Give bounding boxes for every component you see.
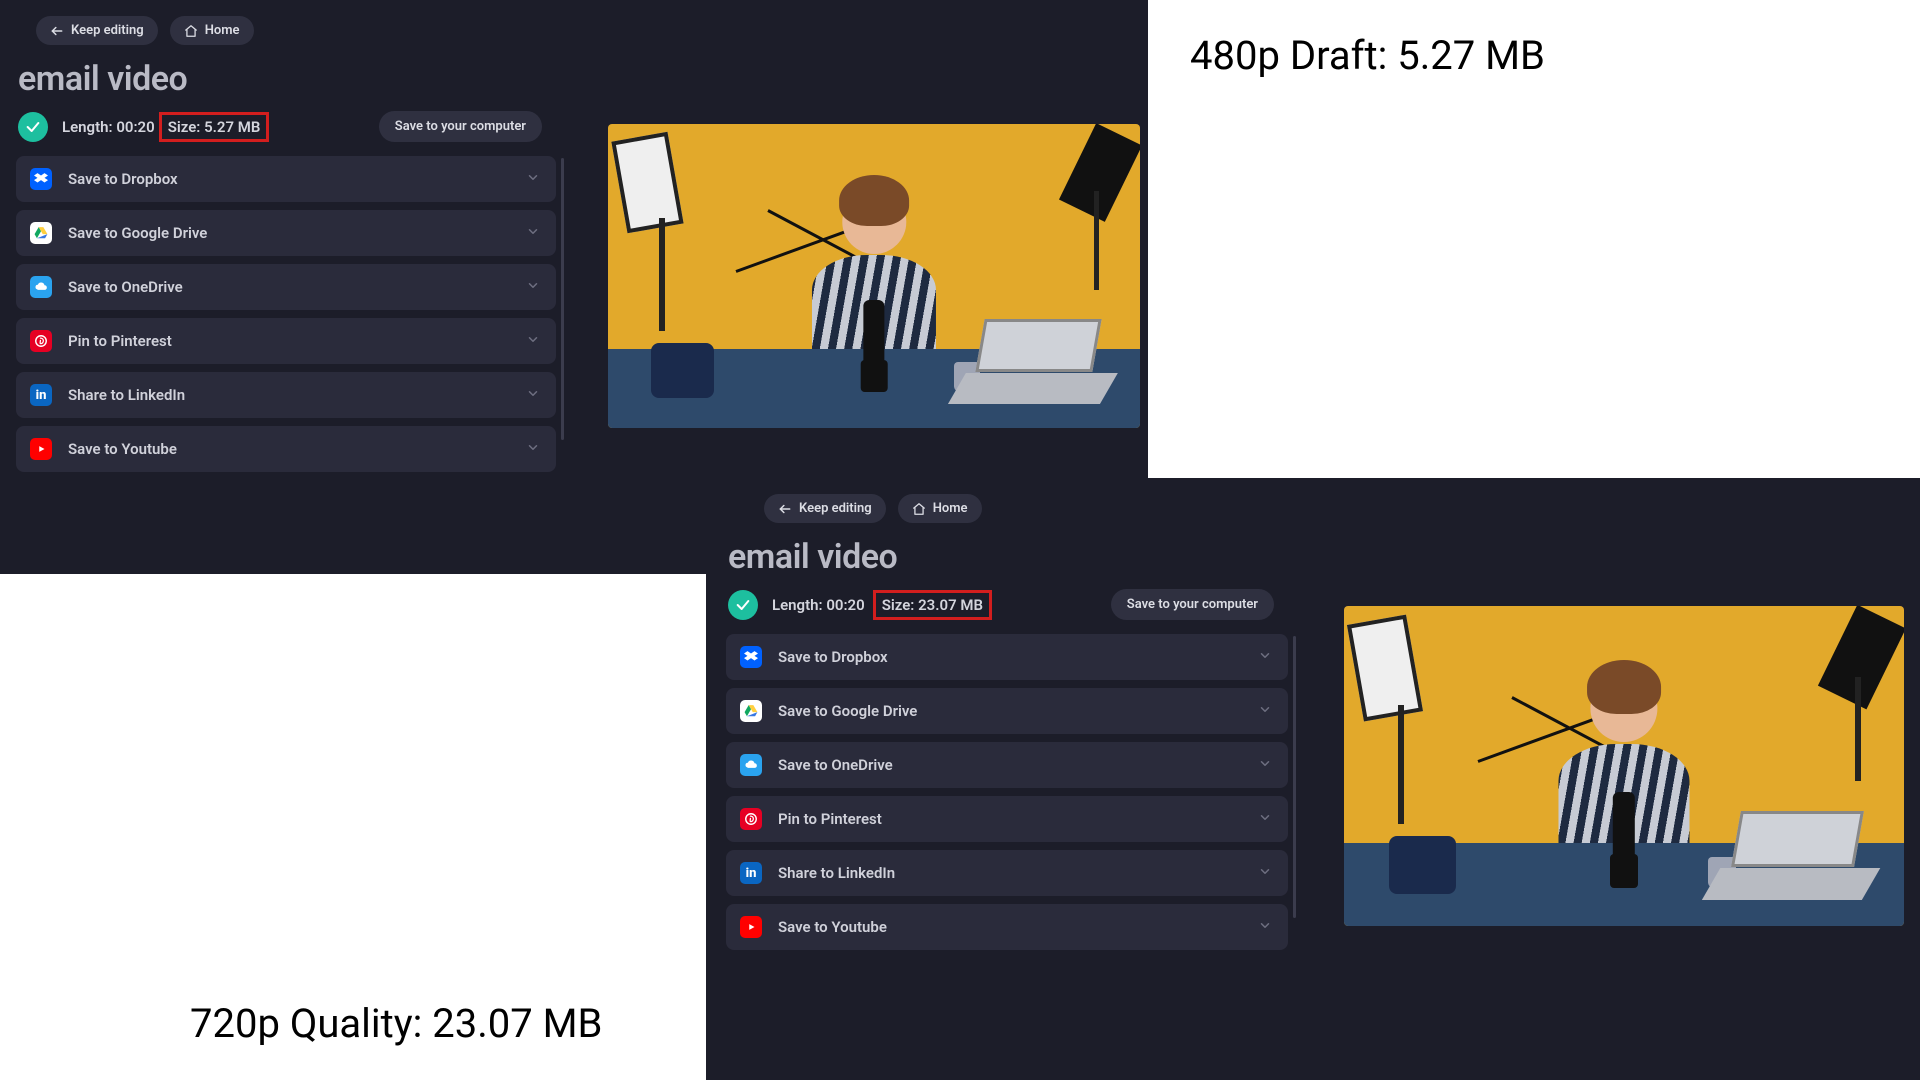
export-panel-720p: Keep editing Home email video Length: 00… (706, 478, 1920, 1080)
save-to-dropbox-button[interactable]: Save to Dropbox (726, 634, 1288, 680)
topbar: Keep editing Home (706, 478, 1920, 523)
keep-editing-label: Keep editing (799, 501, 872, 516)
save-to-youtube-button[interactable]: Save to Youtube (16, 426, 556, 472)
keep-editing-button[interactable]: Keep editing (764, 494, 886, 523)
save-to-onedrive-button[interactable]: Save to OneDrive (726, 742, 1288, 788)
save-to-computer-button[interactable]: Save to your computer (379, 111, 542, 142)
option-label: Save to Dropbox (778, 648, 888, 666)
chevron-down-icon (526, 440, 540, 459)
home-icon (184, 24, 198, 38)
pinterest-icon (30, 330, 52, 352)
size-label: Size: 23.07 MB (873, 590, 992, 620)
share-to-linkedin-button[interactable]: in Share to LinkedIn (16, 372, 556, 418)
chevron-down-icon (526, 224, 540, 243)
page-title: email video (706, 523, 1920, 583)
status-ready-icon (728, 590, 758, 620)
save-to-google-drive-button[interactable]: Save to Google Drive (16, 210, 556, 256)
annotation-720p: 720p Quality: 23.07 MB (190, 1000, 602, 1047)
page-title: email video (0, 45, 1148, 105)
pin-to-pinterest-button[interactable]: Pin to Pinterest (726, 796, 1288, 842)
option-label: Save to Google Drive (778, 702, 917, 720)
share-options-list: Save to Dropbox Save to Google Drive Save … (0, 156, 560, 486)
chevron-down-icon (526, 170, 540, 189)
export-info-row: Length: 00:20 Size: 23.07 MB Save to you… (710, 583, 1292, 634)
scrollbar[interactable] (561, 158, 564, 440)
home-button[interactable]: Home (170, 16, 254, 45)
share-to-linkedin-button[interactable]: in Share to LinkedIn (726, 850, 1288, 896)
chevron-down-icon (526, 278, 540, 297)
option-label: Save to OneDrive (68, 278, 183, 296)
home-label: Home (205, 23, 240, 38)
size-label: Size: 5.27 MB (159, 112, 270, 142)
length-label: Length: 00:20 (62, 118, 155, 136)
dropbox-icon (30, 168, 52, 190)
chevron-down-icon (1258, 864, 1272, 883)
chevron-down-icon (526, 386, 540, 405)
pin-to-pinterest-button[interactable]: Pin to Pinterest (16, 318, 556, 364)
option-label: Pin to Pinterest (68, 332, 172, 350)
export-info-row: Length: 00:20 Size: 5.27 MB Save to your… (0, 105, 560, 156)
keep-editing-button[interactable]: Keep editing (36, 16, 158, 45)
save-to-youtube-button[interactable]: Save to Youtube (726, 904, 1288, 950)
arrow-left-icon (50, 24, 64, 38)
option-label: Pin to Pinterest (778, 810, 882, 828)
chevron-down-icon (526, 332, 540, 351)
onedrive-icon (30, 276, 52, 298)
save-to-onedrive-button[interactable]: Save to OneDrive (16, 264, 556, 310)
home-button[interactable]: Home (898, 494, 982, 523)
save-to-dropbox-button[interactable]: Save to Dropbox (16, 156, 556, 202)
option-label: Save to OneDrive (778, 756, 893, 774)
chevron-down-icon (1258, 756, 1272, 775)
chevron-down-icon (1258, 648, 1272, 667)
video-thumbnail (1344, 606, 1904, 926)
youtube-icon (740, 916, 762, 938)
chevron-down-icon (1258, 918, 1272, 937)
dropbox-icon (740, 646, 762, 668)
google-drive-icon (30, 222, 52, 244)
option-label: Save to Dropbox (68, 170, 178, 188)
option-label: Save to Google Drive (68, 224, 207, 242)
status-ready-icon (18, 112, 48, 142)
linkedin-icon: in (30, 384, 52, 406)
topbar: Keep editing Home (0, 0, 1148, 45)
save-to-google-drive-button[interactable]: Save to Google Drive (726, 688, 1288, 734)
chevron-down-icon (1258, 810, 1272, 829)
keep-editing-label: Keep editing (71, 23, 144, 38)
pinterest-icon (740, 808, 762, 830)
save-to-computer-button[interactable]: Save to your computer (1111, 589, 1274, 620)
option-label: Share to LinkedIn (68, 386, 185, 404)
onedrive-icon (740, 754, 762, 776)
option-label: Save to Youtube (68, 440, 177, 458)
option-label: Share to LinkedIn (778, 864, 895, 882)
arrow-left-icon (778, 502, 792, 516)
scrollbar[interactable] (1293, 636, 1296, 918)
video-thumbnail (608, 124, 1140, 428)
length-label: Length: 00:20 (772, 596, 865, 614)
youtube-icon (30, 438, 52, 460)
home-icon (912, 502, 926, 516)
annotation-480p: 480p Draft: 5.27 MB (1190, 32, 1545, 79)
option-label: Save to Youtube (778, 918, 887, 936)
linkedin-icon: in (740, 862, 762, 884)
chevron-down-icon (1258, 702, 1272, 721)
home-label: Home (933, 501, 968, 516)
share-options-list: Save to Dropbox Save to Google Drive Save … (710, 634, 1292, 964)
google-drive-icon (740, 700, 762, 722)
